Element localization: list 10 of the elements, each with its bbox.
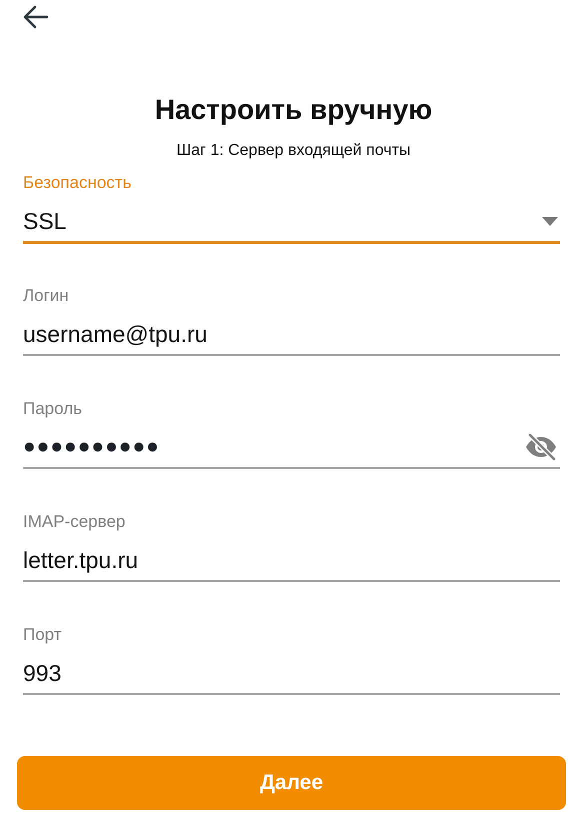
input-field[interactable]: Логин username@tpu.ru (23, 284, 560, 397)
back-arrow-icon[interactable] (23, 5, 49, 29)
step-subtitle: Шаг 1: Сервер входящей почты (175, 141, 412, 161)
input-field[interactable]: Порт 993 (23, 623, 560, 736)
dropdown-field[interactable]: Безопасность SSL (23, 171, 560, 284)
dropdown-caret-icon (542, 216, 558, 226)
input-field[interactable]: IMAP-сервер letter.tpu.ru (23, 510, 560, 623)
page-title: Настроить вручную (154, 93, 434, 127)
eye-slash-icon[interactable] (524, 433, 558, 461)
password-field[interactable]: Пароль ●●●●●●●●●● (23, 397, 560, 510)
